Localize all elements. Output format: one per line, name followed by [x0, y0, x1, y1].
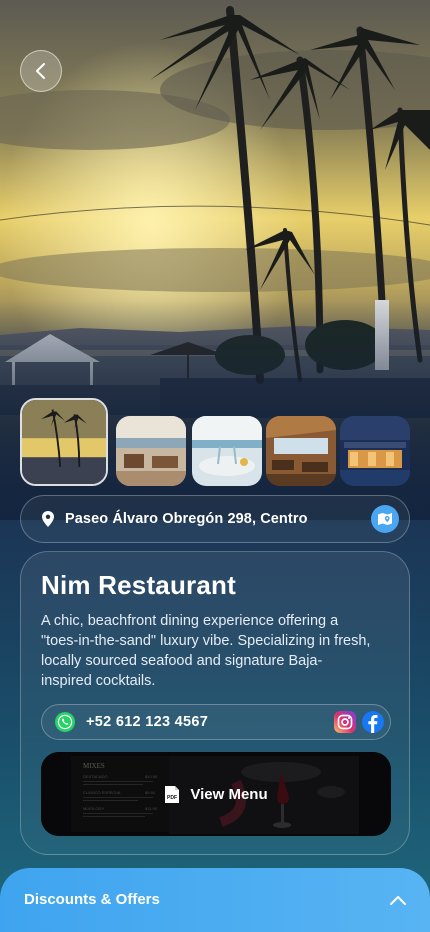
- gallery-thumbnail[interactable]: [340, 416, 410, 486]
- address-text: Paseo Álvaro Obregón 298, Centro: [65, 511, 308, 527]
- address-bar[interactable]: Paseo Álvaro Obregón 298, Centro: [20, 495, 410, 543]
- contact-row: +52 612 123 4567: [41, 704, 391, 740]
- open-map-button[interactable]: [371, 505, 399, 533]
- gallery-thumbnail[interactable]: [266, 416, 336, 486]
- gallery-thumbnail[interactable]: [20, 398, 108, 486]
- instagram-icon[interactable]: [334, 711, 356, 733]
- facebook-icon[interactable]: [362, 711, 384, 733]
- thumbnail-image-night-exterior: [340, 416, 410, 486]
- discounts-offers-title: Discounts & Offers: [24, 891, 160, 908]
- whatsapp-icon[interactable]: [54, 711, 76, 733]
- pdf-file-icon: PDF: [165, 785, 180, 803]
- svg-text:PDF: PDF: [167, 795, 177, 801]
- chevron-up-icon[interactable]: [390, 895, 406, 905]
- view-menu-button[interactable]: MIXES DESTACADO $10.90 CLÁSICO ESPECIAL …: [41, 752, 391, 836]
- thumbnail-image-table-setting: [192, 416, 262, 486]
- restaurant-detail-screen: Paseo Álvaro Obregón 298, Centro Nim Res…: [0, 0, 430, 932]
- view-menu-label: View Menu: [190, 785, 268, 803]
- restaurant-name: Nim Restaurant: [41, 570, 236, 600]
- restaurant-info-card: Nim Restaurant A chic, beachfront dining…: [20, 551, 410, 855]
- thumbnail-image-beach: [22, 400, 106, 484]
- chevron-left-icon: [36, 63, 45, 79]
- location-pin-icon: [42, 511, 54, 527]
- thumbnail-image-interior: [266, 416, 336, 486]
- thumbnail-image-dining-room: [116, 416, 186, 486]
- restaurant-description: A chic, beachfront dining experience off…: [41, 613, 371, 689]
- photo-gallery: [20, 398, 412, 488]
- discounts-offers-sheet[interactable]: Discounts & Offers: [0, 868, 430, 932]
- view-menu-label-group: PDF View Menu: [41, 752, 391, 836]
- gallery-thumbnail[interactable]: [192, 416, 262, 486]
- phone-number[interactable]: +52 612 123 4567: [86, 714, 328, 730]
- back-button[interactable]: [20, 50, 62, 92]
- gallery-thumbnail[interactable]: [116, 416, 186, 486]
- map-icon: [378, 513, 392, 525]
